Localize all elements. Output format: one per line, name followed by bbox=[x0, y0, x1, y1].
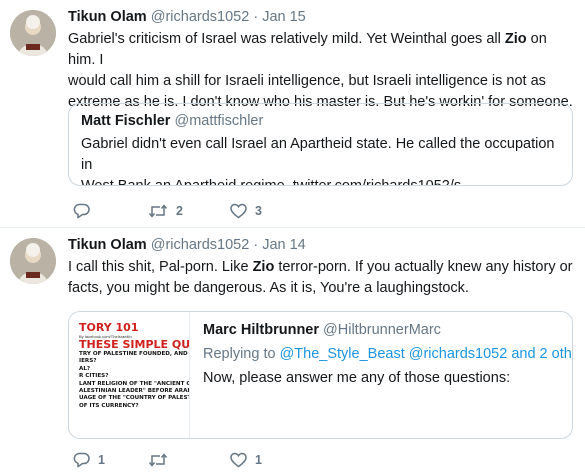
quoted-author-name: Matt Fischler bbox=[81, 113, 171, 129]
like-button[interactable]: 3 bbox=[230, 201, 262, 221]
tweet[interactable]: Tikun Olam @richards1052 · Jan 14 I call… bbox=[0, 228, 585, 475]
thumbnail-line: AL? bbox=[79, 365, 91, 372]
tweet-text-line: would call him a shill for Israeli intel… bbox=[68, 73, 546, 89]
thumbnail-subtitle: THESE SIMPLE QUESTION bbox=[79, 338, 190, 351]
like-button[interactable]: 1 bbox=[230, 450, 262, 470]
thumbnail-line: LANT RELIGION OF THE "ANCIENT C bbox=[79, 380, 190, 387]
tweet-text: I call this shit, Pal-porn. Like Zio ter… bbox=[68, 257, 573, 299]
retweet-button[interactable] bbox=[148, 450, 176, 470]
tweet-date[interactable]: Jan 14 bbox=[262, 237, 306, 253]
tweet-header: Tikun Olam @richards1052 · Jan 14 bbox=[68, 237, 306, 253]
thumbnail-line: ALESTINIAN LEADER" BEFORE ARAF bbox=[79, 388, 190, 395]
tweet-text-line: Gabriel's criticism of Israel was relati… bbox=[68, 31, 547, 68]
retweet-icon bbox=[148, 453, 168, 467]
reply-button[interactable] bbox=[73, 201, 98, 221]
author-name[interactable]: Tikun Olam bbox=[68, 9, 147, 25]
avatar[interactable] bbox=[10, 238, 56, 284]
quoted-author-handle: @mattfischler bbox=[174, 113, 264, 129]
heart-icon bbox=[230, 452, 247, 468]
separator: · bbox=[253, 237, 259, 253]
heart-icon bbox=[230, 203, 247, 219]
thumbnail-line: TRY OF PALESTINE FOUNDED, AND E bbox=[79, 351, 190, 357]
retweet-icon bbox=[148, 204, 168, 218]
quoted-text: Gabriel didn't even call Israel an Apart… bbox=[81, 136, 555, 186]
thumbnail-line: UAGE OF THE "COUNTRY OF PALESTI bbox=[79, 395, 190, 402]
quoted-text: Now, please answer me any of those quest… bbox=[203, 370, 511, 386]
quoted-header: Matt Fischler @mattfischler bbox=[81, 113, 263, 129]
author-name[interactable]: Tikun Olam bbox=[68, 237, 147, 253]
quoted-author-name: Marc Hiltbrunner bbox=[203, 322, 320, 338]
tweet[interactable]: Tikun Olam @richards1052 · Jan 15 Gabrie… bbox=[0, 0, 585, 228]
tweet-text-line: I call this shit, Pal-porn. Like Zio ter… bbox=[68, 259, 573, 275]
avatar[interactable] bbox=[10, 10, 56, 56]
tweet-text-line: facts, you might be dangerous. As it is,… bbox=[68, 280, 469, 296]
separator: · bbox=[253, 9, 259, 25]
tweet-date[interactable]: Jan 15 bbox=[262, 9, 306, 25]
reply-button[interactable]: 1 bbox=[73, 450, 105, 470]
quoted-tweet[interactable]: Matt Fischler @mattfischler Gabriel didn… bbox=[68, 103, 573, 186]
thumbnail-line: IERS? bbox=[79, 358, 97, 365]
replying-to: Replying to @The_Style_Beast @richards10… bbox=[203, 346, 572, 362]
quoted-header: Marc Hiltbrunner @HiltbrunnerMarc bbox=[203, 322, 441, 338]
like-count: 1 bbox=[255, 453, 262, 467]
quoted-tweet[interactable]: TORY 101 By facebook.com/TheIsraeliIn TH… bbox=[68, 311, 573, 439]
reply-icon bbox=[73, 452, 90, 468]
thumbnail-line: R CITIES? bbox=[79, 373, 109, 380]
author-handle[interactable]: @richards1052 bbox=[151, 237, 250, 253]
reply-count: 1 bbox=[98, 453, 105, 467]
quoted-image-thumbnail[interactable]: TORY 101 By facebook.com/TheIsraeliIn TH… bbox=[69, 312, 190, 438]
retweet-button[interactable]: 2 bbox=[148, 201, 183, 221]
thumbnail-line: OF ITS CURRENCY? bbox=[79, 402, 139, 409]
quoted-author-handle: @HiltbrunnerMarc bbox=[323, 322, 441, 338]
reply-icon bbox=[73, 203, 90, 219]
thumbnail-title: TORY 101 bbox=[79, 321, 139, 334]
author-handle[interactable]: @richards1052 bbox=[151, 9, 250, 25]
tweet-text: Gabriel's criticism of Israel was relati… bbox=[68, 29, 573, 113]
tweet-header: Tikun Olam @richards1052 · Jan 15 bbox=[68, 9, 306, 25]
reply-mentions[interactable]: @The_Style_Beast @richards1052 and 2 oth… bbox=[280, 346, 572, 362]
like-count: 3 bbox=[255, 204, 262, 218]
retweet-count: 2 bbox=[176, 204, 183, 218]
